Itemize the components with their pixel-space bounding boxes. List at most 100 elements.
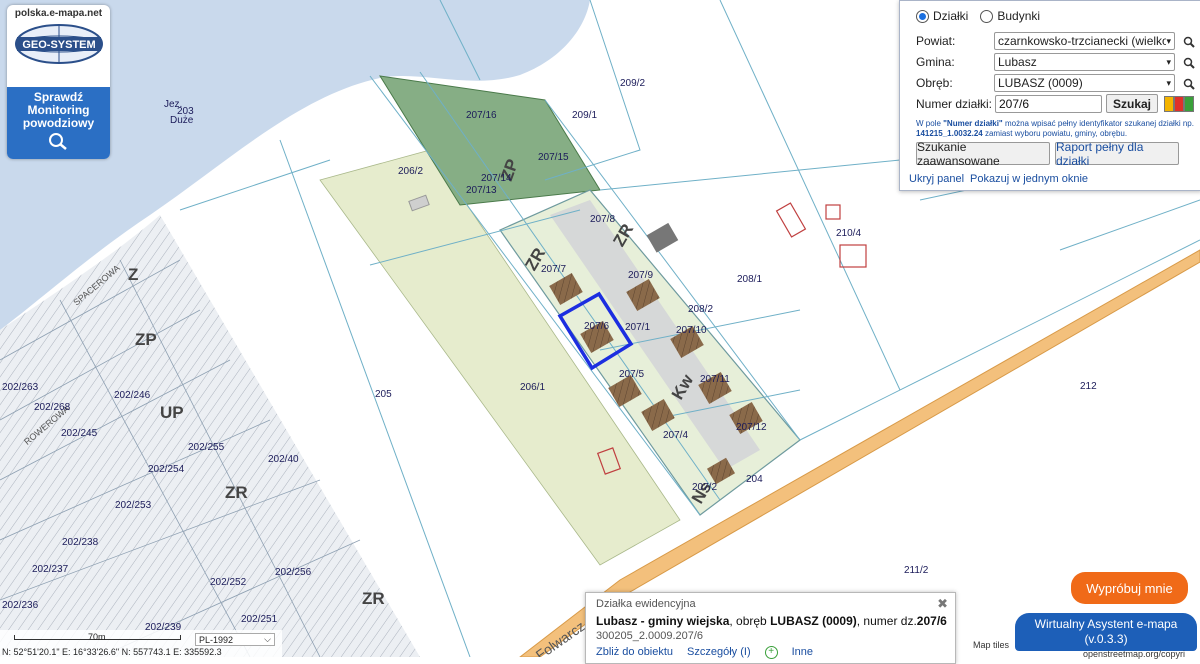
cursor-coordinates: N: 52°51'20.1" E: 16°33'26.6" N: 557743.… — [2, 647, 222, 657]
parcel-label: 202/254 — [148, 464, 185, 475]
parcel-hint: W pole "Numer działki" można wpisać pełn… — [916, 119, 1194, 138]
svg-text:ZR: ZR — [362, 589, 385, 608]
crs-value: PL-1992 — [199, 634, 234, 645]
geo-system-logo[interactable]: polska.e-mapa.net GEO-SYSTEM Sprawdź Mon… — [7, 5, 110, 159]
parcel-label: 206/2 — [398, 166, 423, 177]
single-window-link[interactable]: Pokazuj w jednym oknie — [970, 173, 1088, 185]
obreb-select[interactable]: LUBASZ (0009) ▾ — [994, 74, 1175, 92]
magnifier-wave-icon — [48, 133, 67, 150]
chevron-down-icon: ▾ — [1166, 56, 1171, 67]
try-me-button[interactable]: Wypróbuj mnie — [1071, 572, 1188, 604]
plus-circle-icon[interactable]: + — [764, 646, 778, 659]
other-link[interactable]: Inne — [792, 646, 813, 659]
parcel-number-input[interactable] — [995, 95, 1102, 113]
chevron-down-icon: ▾ — [1166, 77, 1171, 88]
svg-text:ZP: ZP — [135, 330, 157, 349]
parcel-label: 207/4 — [663, 430, 688, 441]
gmina-label: Gmina: — [916, 55, 955, 69]
gmina-select[interactable]: Lubasz ▾ — [994, 53, 1175, 71]
radio-buildings[interactable] — [980, 9, 994, 23]
virtual-assistant-button[interactable]: Wirtualny Asystent e-mapa (v.0.3.3) — [1015, 613, 1197, 651]
parcel-label: 209/2 — [620, 78, 645, 89]
search-icon[interactable] — [1183, 57, 1195, 69]
search-button[interactable]: Szukaj — [1106, 94, 1158, 113]
obreb-label: Obręb: — [916, 76, 953, 90]
parcel-label: 207/14 — [481, 173, 512, 184]
parcel-label: 202/251 — [241, 614, 278, 625]
parcel-label: 207/7 — [541, 264, 566, 275]
popup-identifier: 300205_2.0009.207/6 — [596, 630, 704, 642]
parcel-label: 202/236 — [2, 600, 39, 611]
parcel-label: 202/263 — [2, 382, 39, 393]
gmina-value: Lubasz — [998, 55, 1037, 69]
hide-panel-link[interactable]: Ukryj panel — [909, 173, 964, 185]
radio-parcels[interactable] — [916, 9, 929, 23]
parcel-label: 202/255 — [188, 442, 225, 453]
parcel-label: 207/1 — [625, 322, 650, 333]
street-label-folwarczna: Folwarcz — [533, 618, 588, 657]
assistant-version: (v.0.3.3) — [1084, 632, 1128, 646]
parcel-label: 202/253 — [115, 500, 152, 511]
parcel-label: 207/6 — [584, 321, 609, 332]
parcel-label: 202/237 — [32, 564, 69, 575]
parcel-label: 209/1 — [572, 110, 597, 121]
swatch-green[interactable] — [1184, 96, 1194, 112]
parcel-label: 207/8 — [590, 214, 615, 225]
parcel-label: 202/252 — [210, 577, 247, 588]
search-panel: Działki Budynki Powiat: czarnkowsko-trzc… — [899, 0, 1200, 191]
flood-monitoring-button[interactable]: Sprawdź Monitoring powodziowy — [7, 87, 110, 159]
powiat-value: czarnkowsko-trzcianecki (wielkop — [998, 34, 1167, 48]
radio-buildings-label: Budynki — [997, 9, 1041, 23]
popup-title: Działka ewidencyjna — [596, 598, 696, 610]
parcel-label: 207/11 — [700, 374, 730, 385]
parcel-label: 202/256 — [275, 567, 312, 578]
parcel-label: 202/238 — [62, 537, 99, 548]
parcel-label: 202/246 — [114, 390, 151, 401]
parcel-label: 207/5 — [619, 369, 644, 380]
advanced-search-button[interactable]: Szukanie zaawansowane — [916, 140, 1050, 168]
popup-parcel-description: Lubasz - gminy wiejska, obręb LUBASZ (00… — [596, 614, 947, 628]
crs-select[interactable]: PL-1992 ⌵ — [195, 633, 275, 646]
parcel-label: 210/4 — [836, 228, 861, 239]
parcel-label: 208/1 — [737, 274, 762, 285]
color-swatches[interactable] — [1164, 96, 1194, 112]
svg-text:ZR: ZR — [225, 483, 248, 502]
parcel-info-popup: Działka ewidencyjna ✖ Lubasz - gminy wie… — [585, 592, 956, 664]
parcel-label: 204 — [746, 474, 763, 485]
lake-name: Duże — [170, 115, 194, 126]
svg-text:UP: UP — [160, 403, 184, 422]
parcel-label: 207/13 — [466, 185, 497, 196]
parcel-label: 212 — [1080, 381, 1097, 392]
parcel-label: 202/245 — [61, 428, 98, 439]
scale-distance: 70m — [88, 632, 106, 642]
logo-brand: GEO-SYSTEM — [22, 39, 95, 51]
swatch-red[interactable] — [1174, 96, 1184, 112]
parcel-label: 208/2 — [688, 304, 713, 315]
chevron-down-icon: ▾ — [1166, 35, 1171, 46]
parcel-label: 205 — [375, 389, 392, 400]
parcel-label: 207/12 — [736, 422, 767, 433]
flood-line-3: powodziowy — [22, 116, 95, 130]
obreb-value: LUBASZ (0009) — [998, 76, 1083, 90]
parcel-label: 207/10 — [676, 325, 707, 336]
powiat-select[interactable]: czarnkowsko-trzcianecki (wielkop ▾ — [994, 32, 1175, 50]
powiat-label: Powiat: — [916, 34, 956, 48]
map-attribution[interactable]: Map tiles openstreetmap.org/copyri — [973, 640, 1185, 659]
chevron-down-icon: ⌵ — [264, 634, 271, 644]
assistant-title: Wirtualny Asystent e-mapa — [1034, 617, 1178, 631]
parcel-label: 206/1 — [520, 382, 545, 393]
radio-parcels-label: Działki — [933, 9, 969, 23]
close-icon[interactable]: ✖ — [937, 596, 948, 612]
full-report-button[interactable]: Raport pełny dla działki — [1055, 140, 1179, 168]
details-link[interactable]: Szczegóły (I) — [687, 646, 751, 659]
parcel-label: 207/15 — [538, 152, 569, 163]
swatch-yellow[interactable] — [1164, 96, 1174, 112]
search-icon[interactable] — [1183, 78, 1195, 90]
parcel-label: 202/268 — [34, 402, 71, 413]
search-icon[interactable] — [1183, 36, 1195, 48]
logo-url-text: polska.e-mapa.net — [14, 8, 103, 19]
parcel-label: 207/16 — [466, 110, 497, 121]
parcel-label: 207/9 — [628, 270, 653, 281]
zoom-to-object-link[interactable]: Zbliż do obiektu — [596, 646, 673, 659]
popup-actions: Zbliż do obiektu Szczegóły (I) + Inne — [596, 646, 813, 659]
